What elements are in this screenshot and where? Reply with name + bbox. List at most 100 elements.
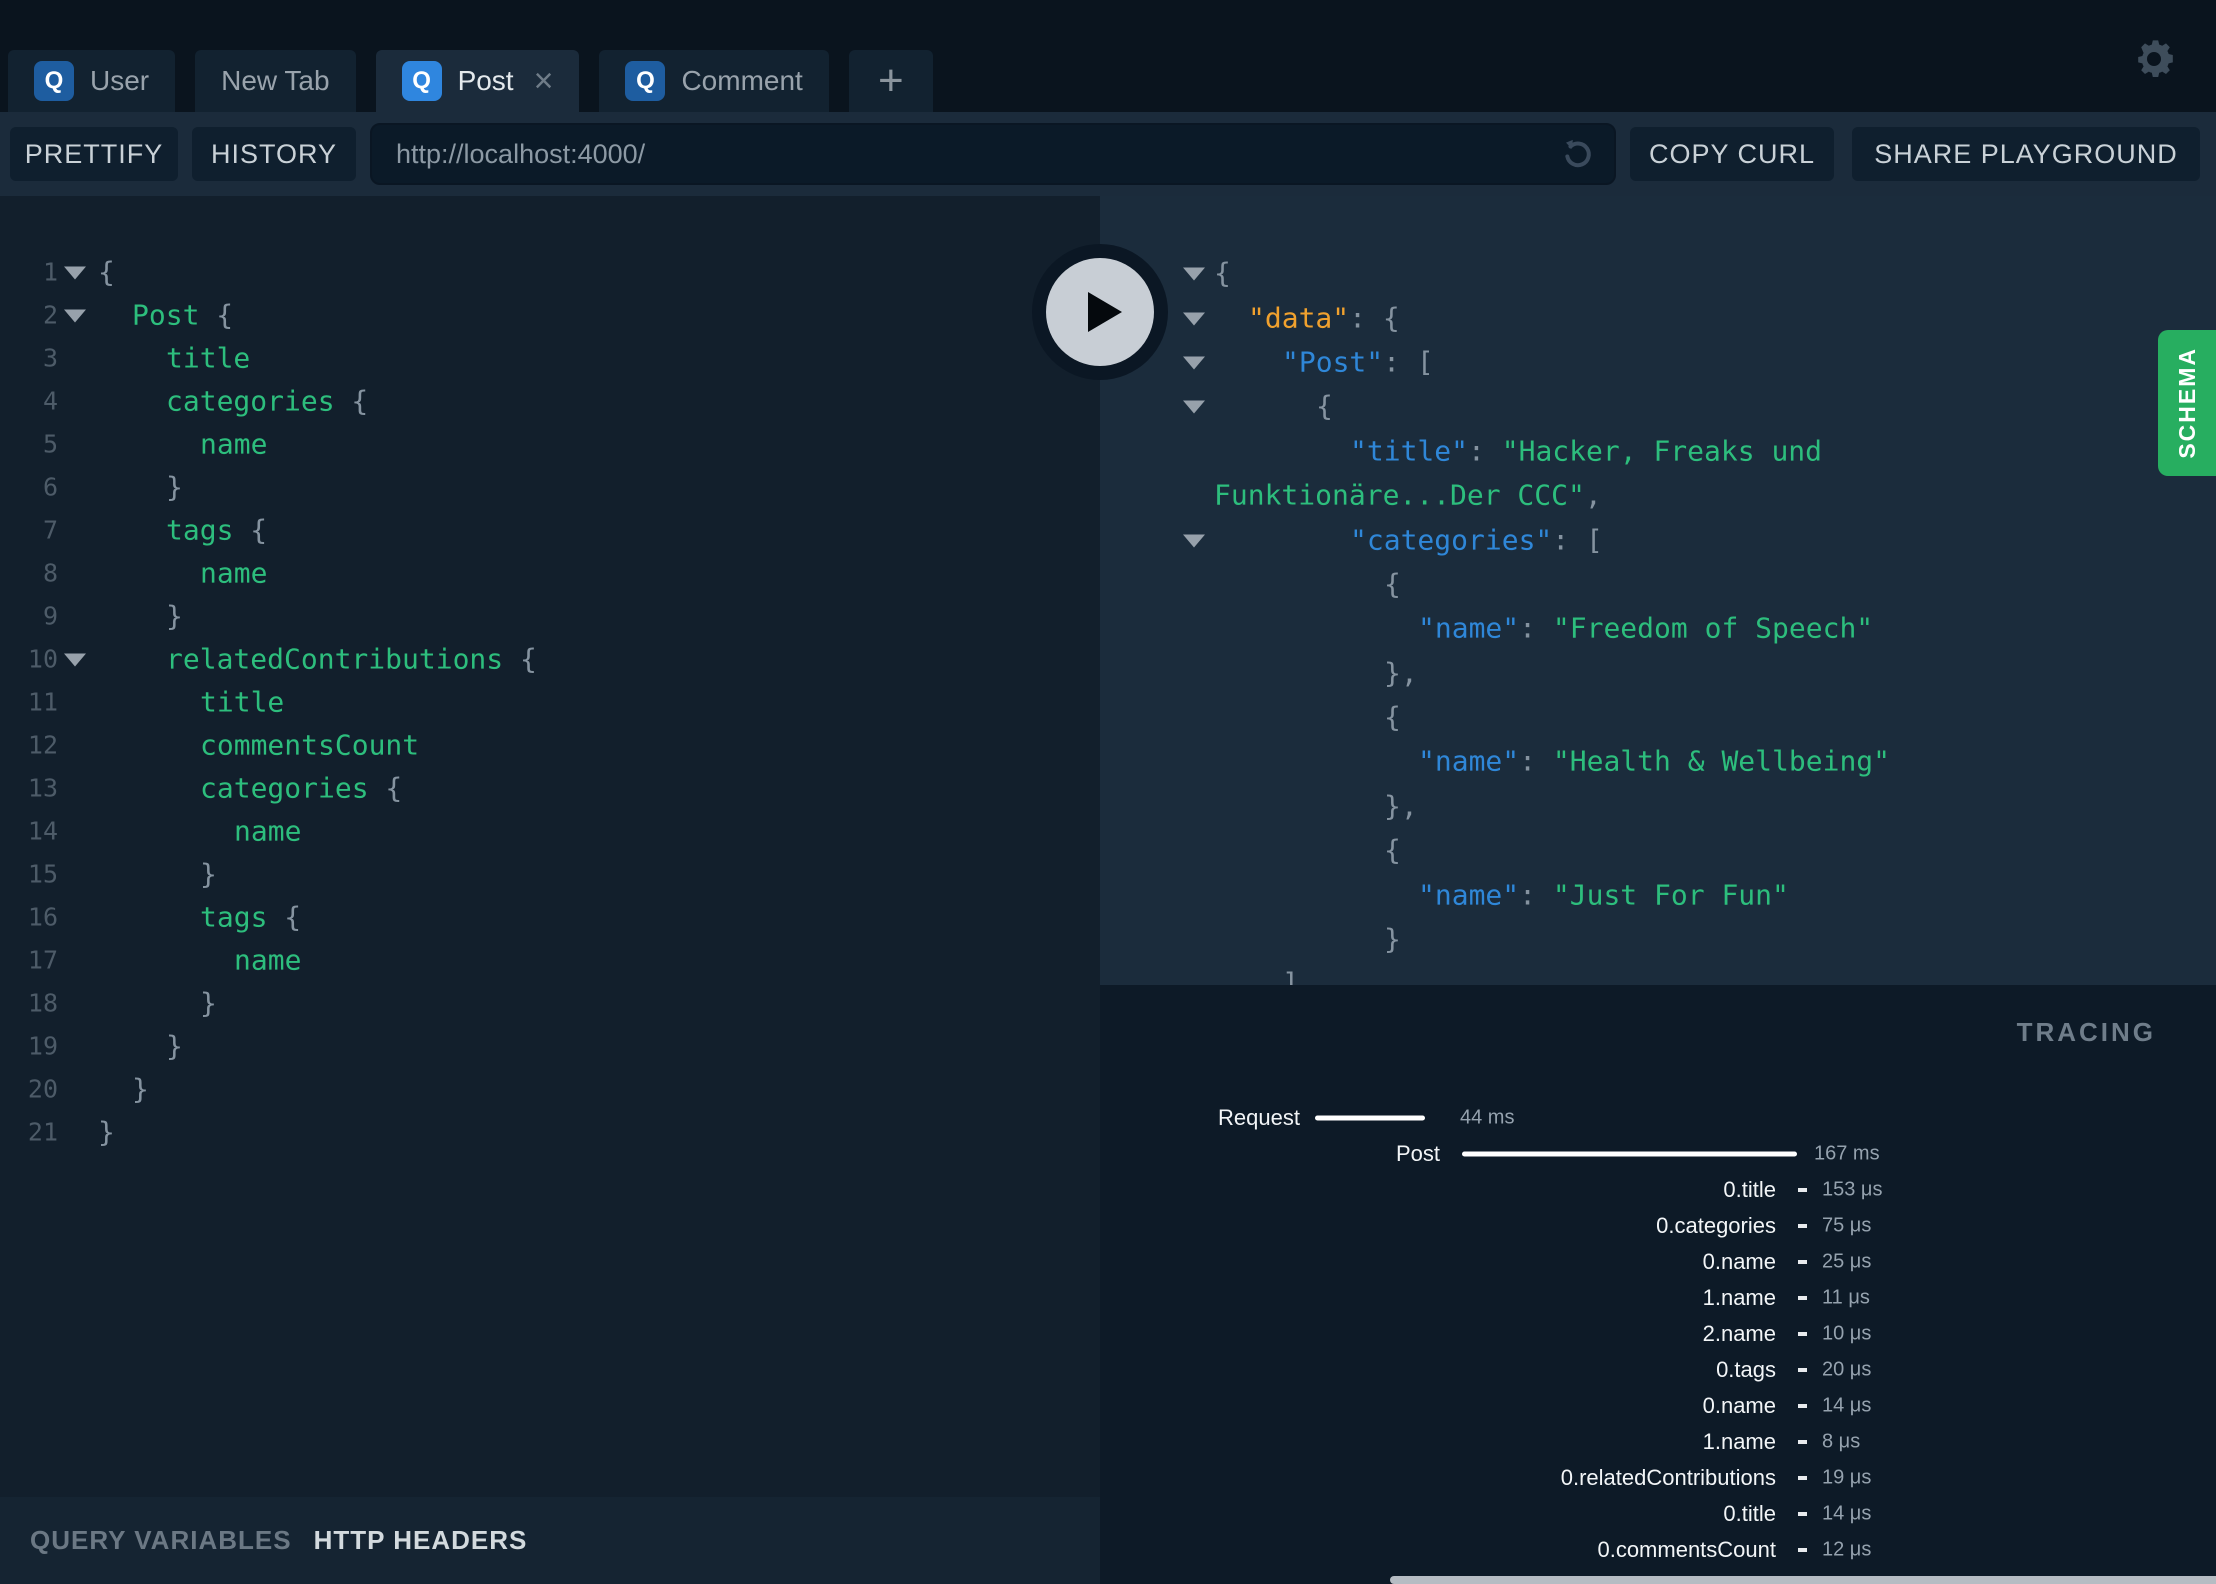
editor-line: 20} bbox=[0, 1067, 1100, 1110]
editor-line: 1{ bbox=[0, 250, 1100, 293]
line-number: 19 bbox=[27, 1031, 58, 1060]
tab-bar: Q User New Tab Q Post × Q Comment + bbox=[0, 0, 2216, 112]
code-token-punc: : [ bbox=[1383, 345, 1434, 379]
fold-arrow-icon[interactable] bbox=[64, 653, 86, 667]
tab-user[interactable]: Q User bbox=[8, 50, 176, 112]
tracing-duration-dash bbox=[1798, 1440, 1807, 1444]
code-token-str: "Health & Wellbeing" bbox=[1552, 744, 1891, 778]
endpoint-url-input[interactable] bbox=[372, 138, 1614, 170]
tracing-row-value: 75 μs bbox=[1822, 1214, 1872, 1237]
tab-post[interactable]: Q Post × bbox=[375, 50, 580, 112]
editor-line: 11 title bbox=[0, 680, 1100, 723]
schema-side-tab[interactable]: SCHEMA bbox=[2158, 330, 2216, 476]
response-viewer[interactable]: {"data": {"Post": [{"title": "Hacker, Fr… bbox=[1100, 196, 2216, 985]
tab-new-tab[interactable]: New Tab bbox=[195, 50, 356, 112]
copy-curl-button[interactable]: COPY CURL bbox=[1630, 127, 1834, 181]
code-token-field: title bbox=[200, 685, 285, 718]
execute-query-button[interactable] bbox=[1032, 244, 1168, 380]
code-token-punc: ] bbox=[1282, 966, 1299, 985]
tracing-row-label: Request bbox=[1218, 1105, 1300, 1130]
tracing-row: 1.name 8 μs bbox=[1100, 1424, 2216, 1460]
line-number: 13 bbox=[27, 773, 58, 802]
code-text: name bbox=[98, 556, 267, 589]
response-line: "categories": [ bbox=[1100, 517, 2216, 561]
tab-comment[interactable]: Q Comment bbox=[599, 50, 829, 112]
response-line: "data": { bbox=[1100, 295, 2216, 339]
tracing-row-label: 0.commentsCount bbox=[1597, 1537, 1776, 1562]
response-line: Funktionäre...Der CCC", bbox=[1100, 473, 2216, 517]
line-number: 10 bbox=[27, 644, 58, 673]
editor-line: 21} bbox=[0, 1110, 1100, 1153]
code-token-str: "Hacker, Freaks und bbox=[1501, 434, 1823, 468]
code-token-punc: { bbox=[199, 298, 234, 331]
tracing-row-value: 10 μs bbox=[1822, 1322, 1872, 1345]
code-token-field: name bbox=[200, 427, 268, 460]
fold-arrow-icon[interactable] bbox=[1183, 356, 1205, 370]
tab-label: Post bbox=[457, 65, 514, 96]
fold-arrow-icon[interactable] bbox=[64, 266, 86, 280]
code-token-key: "title" bbox=[1350, 434, 1469, 468]
editor-line: 4 categories { bbox=[0, 379, 1100, 422]
code-text: } bbox=[98, 1029, 183, 1062]
prettify-button[interactable]: PRETTIFY bbox=[10, 127, 178, 181]
tracing-row-label: 0.tags bbox=[1716, 1357, 1776, 1382]
code-token-punc: { bbox=[1316, 389, 1333, 423]
http-headers-tab[interactable]: HTTP HEADERS bbox=[314, 1525, 528, 1556]
query-badge-icon: Q bbox=[625, 61, 666, 101]
code-token-field: tags bbox=[200, 900, 268, 933]
settings-gear-icon[interactable] bbox=[2130, 35, 2178, 83]
fold-arrow-icon[interactable] bbox=[1183, 534, 1205, 548]
fold-arrow-icon[interactable] bbox=[64, 309, 86, 323]
code-token-punc: }, bbox=[1384, 789, 1418, 823]
editor-line: 3 title bbox=[0, 336, 1100, 379]
response-line: }, bbox=[1100, 784, 2216, 828]
editor-line: 19} bbox=[0, 1024, 1100, 1067]
close-tab-icon[interactable]: × bbox=[534, 64, 554, 98]
reload-schema-icon[interactable] bbox=[1558, 134, 1598, 174]
share-playground-button[interactable]: SHARE PLAYGROUND bbox=[1852, 127, 2200, 181]
response-line: ] bbox=[1100, 961, 2216, 985]
add-tab-button[interactable]: + bbox=[848, 50, 933, 112]
code-token-field: tags bbox=[166, 513, 234, 546]
code-token-field: name bbox=[234, 814, 302, 847]
editor-line: 6} bbox=[0, 465, 1100, 508]
tracing-horizontal-scrollbar[interactable] bbox=[1390, 1576, 2216, 1584]
graphql-playground-window: Q User New Tab Q Post × Q Comment + PRET… bbox=[0, 0, 2216, 1584]
tracing-row-value: 44 ms bbox=[1460, 1106, 1515, 1129]
line-number: 17 bbox=[27, 945, 58, 974]
editor-line: 5 name bbox=[0, 422, 1100, 465]
tracing-row: 0.tags 20 μs bbox=[1100, 1352, 2216, 1388]
tracing-row: Request 44 ms bbox=[1100, 1100, 2216, 1136]
fold-arrow-icon[interactable] bbox=[1183, 312, 1205, 326]
fold-arrow-icon[interactable] bbox=[1183, 267, 1205, 281]
code-token-punc: { bbox=[267, 900, 302, 933]
code-token-field: commentsCount bbox=[200, 728, 420, 761]
tracing-row-label: 1.name bbox=[1702, 1285, 1776, 1310]
code-token-punc: : [ bbox=[1552, 523, 1603, 557]
code-text: { bbox=[1214, 834, 1401, 867]
response-json: {"data": {"Post": [{"title": "Hacker, Fr… bbox=[1100, 251, 2216, 985]
editor-line: 13 categories { bbox=[0, 766, 1100, 809]
code-text: } bbox=[1214, 923, 1401, 956]
history-button[interactable]: HISTORY bbox=[192, 127, 356, 181]
editor-line: 7 tags { bbox=[0, 508, 1100, 551]
code-text: } bbox=[98, 986, 217, 1019]
query-variables-tab[interactable]: QUERY VARIABLES bbox=[30, 1525, 292, 1556]
tracing-row-value: 153 μs bbox=[1822, 1178, 1883, 1201]
response-line: { bbox=[1100, 384, 2216, 428]
tracing-duration-dash bbox=[1798, 1260, 1807, 1264]
response-line: { bbox=[1100, 251, 2216, 295]
tracing-row: 0.title 153 μs bbox=[1100, 1172, 2216, 1208]
code-text: { bbox=[1214, 390, 1333, 423]
query-badge-icon: Q bbox=[34, 61, 74, 101]
tracing-row: 0.title 14 μs bbox=[1100, 1496, 2216, 1532]
code-token-punc: } bbox=[166, 1029, 183, 1062]
query-editor[interactable]: 1{2 Post {3 title 4 categories {5 name 6} 7 tags… bbox=[0, 196, 1100, 1497]
line-number: 4 bbox=[42, 386, 58, 415]
code-text: "name": "Health & Wellbeing" bbox=[1214, 745, 1890, 778]
fold-arrow-icon[interactable] bbox=[1183, 400, 1205, 414]
code-text: }, bbox=[1214, 656, 1418, 689]
line-number: 11 bbox=[27, 687, 58, 716]
editor-line: 8 name bbox=[0, 551, 1100, 594]
tracing-row: 0.name 25 μs bbox=[1100, 1244, 2216, 1280]
